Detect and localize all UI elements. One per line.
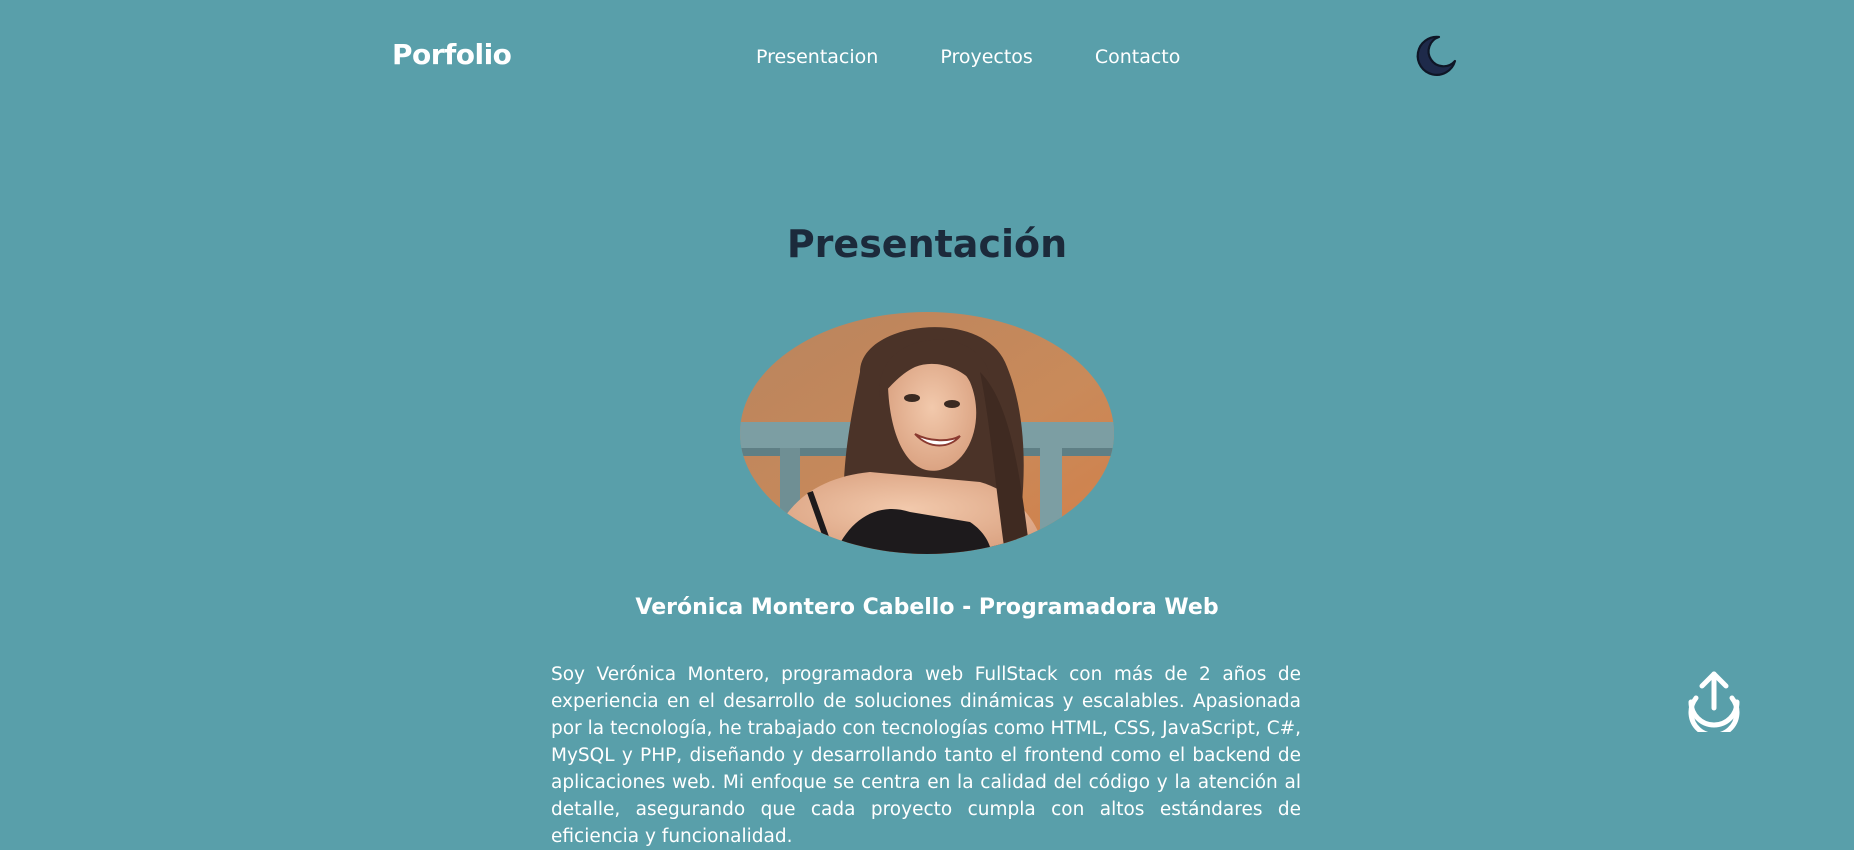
brand-logo[interactable]: Porfolio [392,38,512,71]
section-title: Presentación [786,222,1068,266]
main-nav: Presentacion Proyectos Contacto [756,46,1180,68]
profile-photo [740,312,1114,554]
header: Porfolio Presentacion Proyectos Contacto [0,0,1854,116]
arrow-up-circle-icon [1688,671,1740,738]
profile-photo-image [740,312,1114,554]
nav-link-contacto[interactable]: Contacto [1095,46,1181,68]
page: Porfolio Presentacion Proyectos Contacto… [0,0,1854,850]
theme-toggle-button[interactable] [1410,30,1460,80]
nav-link-proyectos[interactable]: Proyectos [940,46,1033,68]
bio-paragraph: Soy Verónica Montero, programadora web F… [551,664,1301,847]
moon-icon [1416,35,1457,76]
nav-link-presentacion[interactable]: Presentacion [756,46,878,68]
scroll-to-top-button[interactable] [1680,664,1748,738]
profile-subtitle: Verónica Montero Cabello - Programadora … [635,595,1219,620]
